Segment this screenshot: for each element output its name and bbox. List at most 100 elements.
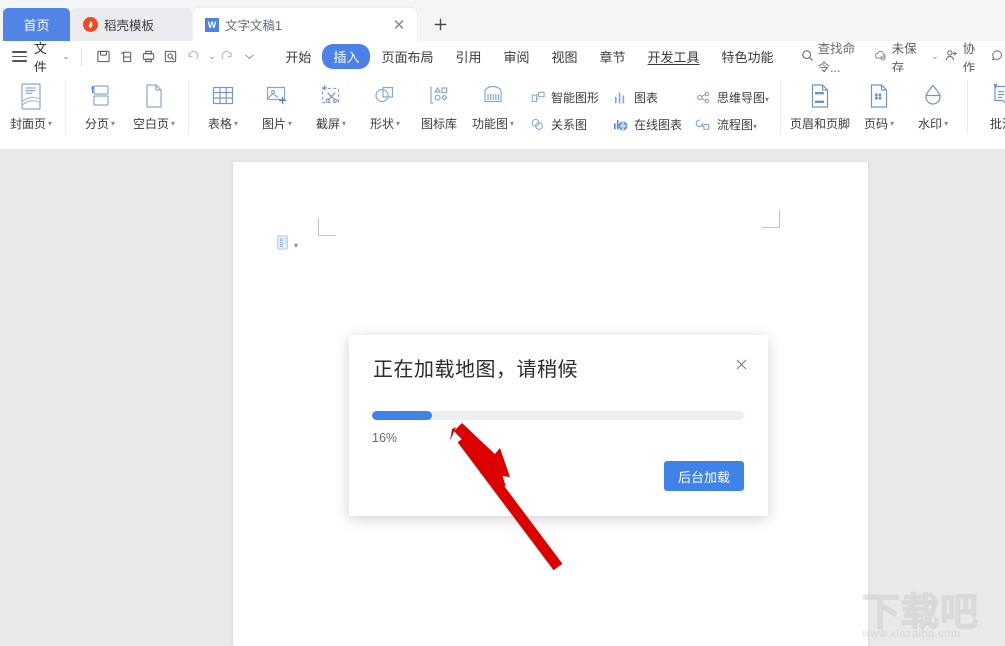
- online-chart-icon: [611, 115, 629, 133]
- ribbon-label: 空白页▾: [133, 115, 175, 132]
- progress-percent-label: 16%: [372, 431, 397, 445]
- smart-art-icon: [528, 88, 546, 106]
- loading-map-dialog: 正在加载地图，请稍候 16% 后台加载: [349, 335, 768, 516]
- ribbon-group-diagrams: 智能图形 关系图: [524, 72, 773, 144]
- paste-options-icon: [276, 234, 291, 256]
- new-tab-button[interactable]: [425, 8, 455, 41]
- ribbon-button-mind-map[interactable]: 思维导图▾: [690, 86, 773, 108]
- picture-icon: [264, 81, 290, 111]
- tab-document-label: 文字文稿1: [225, 15, 282, 34]
- screenshot-icon: [318, 81, 344, 111]
- chevron-down-icon[interactable]: ⌄: [931, 52, 939, 62]
- ribbon-button-icon-library[interactable]: 图标库: [412, 76, 466, 142]
- chevron-down-icon[interactable]: ▾: [294, 241, 298, 250]
- redo-icon[interactable]: [216, 46, 238, 68]
- ribbon-button-relation-chart[interactable]: 关系图: [524, 113, 603, 135]
- ribbon-col-smartart: 智能图形 关系图: [524, 76, 603, 135]
- tab-bar: 首页 稻壳模板 W 文字文稿1 ✕: [0, 0, 1005, 41]
- print-direct-icon[interactable]: [115, 46, 137, 68]
- hamburger-menu-icon[interactable]: [12, 51, 27, 62]
- ribbon-label: 图标库: [421, 115, 457, 132]
- close-icon[interactable]: ✕: [391, 17, 407, 33]
- ribbon-label: 功能图▾: [472, 115, 514, 132]
- comment-icon: [989, 81, 1005, 111]
- unsaved-status[interactable]: 未保存 ⌄: [873, 38, 939, 76]
- flow-chart-icon: [694, 115, 712, 133]
- ribbon-tab-6[interactable]: 章节: [589, 44, 637, 69]
- share-icon: [989, 48, 1003, 66]
- margin-mark-top-right-h: [762, 227, 780, 228]
- blank-page-icon: [142, 81, 166, 111]
- divider: [188, 80, 189, 134]
- ribbon-label: 智能图形: [551, 89, 599, 106]
- ribbon-button-header-footer[interactable]: 页眉和页脚: [788, 76, 852, 142]
- ribbon-button-blank-page[interactable]: 空白页▾: [127, 76, 181, 142]
- chevron-down-icon[interactable]: ⌄: [62, 52, 70, 62]
- undo-chevron-down-icon[interactable]: ⌄: [208, 52, 216, 62]
- wps-writer-window: 首页 稻壳模板 W 文字文稿1 ✕ 文件 ⌄: [0, 0, 1005, 646]
- ribbon-button-function-chart[interactable]: 功能图▾: [466, 76, 520, 142]
- ribbon-button-picture[interactable]: 图片▾: [250, 76, 304, 142]
- ribbon-tab-4[interactable]: 审阅: [492, 44, 540, 69]
- ribbon-button-smart-art[interactable]: 智能图形: [524, 86, 603, 108]
- ribbon-button-comment[interactable]: 批注: [975, 76, 1005, 142]
- cloud-unsaved-icon: [873, 48, 888, 66]
- ribbon-label: 图片▾: [262, 115, 292, 132]
- ribbon-button-flow-chart[interactable]: 流程图▾: [690, 113, 773, 135]
- ribbon-label: 页眉和页脚: [790, 115, 850, 132]
- ribbon-label: 批注: [990, 115, 1005, 132]
- ribbon-button-table[interactable]: 表格▾: [196, 76, 250, 142]
- divider: [967, 80, 968, 134]
- icon-library-icon: [426, 81, 452, 111]
- ribbon-group-page: 分页▾ 空白页▾: [73, 72, 181, 144]
- save-icon[interactable]: [93, 46, 115, 68]
- ribbon-button-online-chart[interactable]: 在线图表: [607, 113, 686, 135]
- ribbon-tab-2[interactable]: 页面布局: [370, 44, 444, 69]
- ribbon-tab-5[interactable]: 视图: [541, 44, 589, 69]
- cover-page-icon: [18, 81, 44, 111]
- ribbon-col-mindmap: 思维导图▾ 流程图▾: [690, 76, 773, 135]
- print-preview-icon[interactable]: [160, 46, 182, 68]
- ribbon-button-chart[interactable]: 图表: [607, 86, 686, 108]
- ribbon-toolbar: 封面页▾ 分页▾: [0, 72, 1005, 150]
- ribbon-group-cover: 封面页▾: [4, 72, 58, 144]
- collaborate-button[interactable]: 协作: [944, 38, 984, 76]
- divider: [780, 80, 781, 134]
- divider: [65, 80, 66, 134]
- ribbon-button-watermark[interactable]: 水印▾: [906, 76, 960, 142]
- header-footer-icon: [808, 81, 832, 111]
- close-icon[interactable]: [730, 353, 752, 375]
- print-icon[interactable]: [137, 46, 159, 68]
- tab-home[interactable]: 首页: [3, 8, 70, 41]
- ribbon-button-screenshot[interactable]: 截屏▾: [304, 76, 358, 142]
- ribbon-tab-8[interactable]: 特色功能: [711, 44, 785, 69]
- ribbon-button-page-number[interactable]: 页码▾: [852, 76, 906, 142]
- ribbon-tab-0[interactable]: 开始: [274, 44, 322, 69]
- ribbon-tab-3[interactable]: 引用: [444, 44, 492, 69]
- unsaved-label: 未保存: [892, 38, 923, 76]
- ribbon-label: 形状▾: [370, 115, 400, 132]
- menu-bar: 文件 ⌄ ⌄: [0, 41, 1005, 72]
- ribbon-label: 页码▾: [864, 115, 894, 132]
- file-menu-label[interactable]: 文件: [34, 38, 58, 76]
- quick-access-more-icon[interactable]: [238, 46, 260, 68]
- undo-icon[interactable]: [182, 46, 204, 68]
- ribbon-label: 封面页▾: [10, 115, 52, 132]
- paste-options-button[interactable]: ▾: [276, 234, 298, 256]
- ribbon-button-page-break[interactable]: 分页▾: [73, 76, 127, 142]
- table-icon: [210, 81, 236, 111]
- background-load-button[interactable]: 后台加载: [664, 461, 744, 491]
- share-button[interactable]: [989, 48, 1003, 66]
- ribbon-label: 思维导图▾: [717, 89, 769, 106]
- tab-document[interactable]: W 文字文稿1 ✕: [193, 8, 417, 41]
- ribbon-button-cover-page[interactable]: 封面页▾: [4, 76, 58, 142]
- tab-template[interactable]: 稻壳模板: [71, 8, 192, 41]
- command-search-label: 查找命令...: [818, 38, 873, 76]
- dialog-title: 正在加载地图，请稍候: [373, 353, 578, 382]
- command-search[interactable]: 查找命令...: [801, 38, 873, 76]
- ribbon-tab-1[interactable]: 插入: [322, 44, 370, 69]
- ribbon-tab-7[interactable]: 开发工具: [637, 44, 711, 69]
- ribbon-col-chart: 图表 在线图表: [607, 76, 686, 135]
- ribbon-button-shapes[interactable]: 形状▾: [358, 76, 412, 142]
- collaborate-label: 协作: [963, 38, 984, 76]
